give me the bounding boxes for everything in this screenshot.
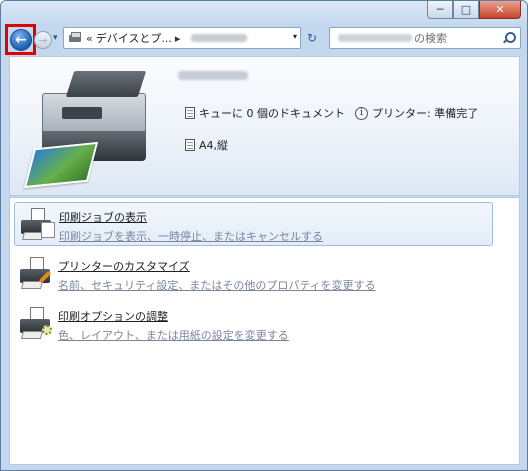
tasks-panel: 印刷ジョブの表示 印刷ジョブを表示、一時停止、またはキャンセルする プリンターの… bbox=[9, 197, 520, 465]
forward-arrow-icon: → bbox=[38, 33, 48, 47]
breadcrumb-printer-name[interactable] bbox=[191, 34, 248, 42]
queue-status: キューに 0 個のドキュメント bbox=[199, 107, 345, 120]
search-placeholder: の検索 bbox=[414, 32, 447, 45]
title-bar: ─ □ ✕ bbox=[1, 1, 527, 23]
task-description[interactable]: 印刷ジョブを表示、一時停止、またはキャンセルする bbox=[59, 228, 323, 244]
printer-settings-icon bbox=[18, 307, 54, 341]
breadcrumb-separator-icon[interactable]: ▸ bbox=[175, 32, 181, 45]
printer-window: ─ □ ✕ ← → ▾ « デバイスとプ... ▸ ▾ ↻ の検索 キューに 0… bbox=[0, 0, 528, 471]
address-overflow-chevron[interactable]: « bbox=[86, 32, 93, 45]
minimize-button[interactable]: ─ bbox=[427, 1, 453, 19]
status-row: キューに 0 個のドキュメント i プリンター: 準備完了 bbox=[185, 105, 478, 121]
paper-row: A4,縦 bbox=[185, 137, 228, 153]
paper-setting: A4,縦 bbox=[199, 139, 229, 152]
search-icon[interactable] bbox=[501, 31, 516, 45]
task-description[interactable]: 色、レイアウト、または用紙の設定を変更する bbox=[58, 327, 289, 343]
printer-image bbox=[22, 67, 152, 191]
address-bar[interactable]: « デバイスとプ... ▸ ▾ bbox=[63, 27, 301, 49]
info-icon: i bbox=[355, 106, 368, 120]
caption-buttons: ─ □ ✕ bbox=[427, 1, 521, 19]
refresh-button[interactable]: ↻ bbox=[303, 29, 321, 47]
search-input[interactable]: の検索 bbox=[329, 27, 521, 49]
printer-status: プリンター: 準備完了 bbox=[372, 107, 479, 120]
address-dropdown-icon[interactable]: ▾ bbox=[293, 32, 297, 41]
back-arrow-icon: ← bbox=[15, 32, 27, 48]
task-print-options[interactable]: 印刷オプションの調整 色、レイアウト、または用紙の設定を変更する bbox=[14, 302, 493, 346]
maximize-button[interactable]: □ bbox=[453, 1, 479, 19]
task-title[interactable]: 印刷オプションの調整 bbox=[58, 308, 289, 324]
back-button[interactable]: ← bbox=[10, 29, 32, 51]
printer-wrench-icon bbox=[18, 257, 54, 291]
search-scope-name bbox=[338, 34, 412, 42]
breadcrumb-devices-and-printers[interactable]: デバイスとプ... bbox=[96, 30, 172, 46]
print-queue-icon bbox=[19, 208, 55, 242]
refresh-icon: ↻ bbox=[306, 31, 318, 45]
task-view-print-jobs[interactable]: 印刷ジョブの表示 印刷ジョブを表示、一時停止、またはキャンセルする bbox=[14, 202, 493, 246]
photo-print-icon bbox=[23, 141, 99, 189]
task-title[interactable]: プリンターのカスタマイズ bbox=[58, 258, 376, 274]
task-description[interactable]: 名前、セキュリティ設定、またはその他のプロパティを変更する bbox=[58, 277, 376, 293]
printer-location-icon bbox=[67, 31, 83, 45]
recent-pages-dropdown[interactable]: ▾ bbox=[53, 33, 58, 43]
paper-size-icon bbox=[185, 139, 195, 151]
document-icon bbox=[185, 107, 195, 119]
printer-name bbox=[178, 71, 248, 80]
printer-header-panel: キューに 0 個のドキュメント i プリンター: 準備完了 A4,縦 bbox=[9, 56, 520, 196]
forward-button[interactable]: → bbox=[34, 31, 52, 49]
close-button[interactable]: ✕ bbox=[479, 1, 521, 19]
task-customize-printer[interactable]: プリンターのカスタマイズ 名前、セキュリティ設定、またはその他のプロパティを変更… bbox=[14, 252, 493, 296]
task-title[interactable]: 印刷ジョブの表示 bbox=[59, 209, 323, 225]
